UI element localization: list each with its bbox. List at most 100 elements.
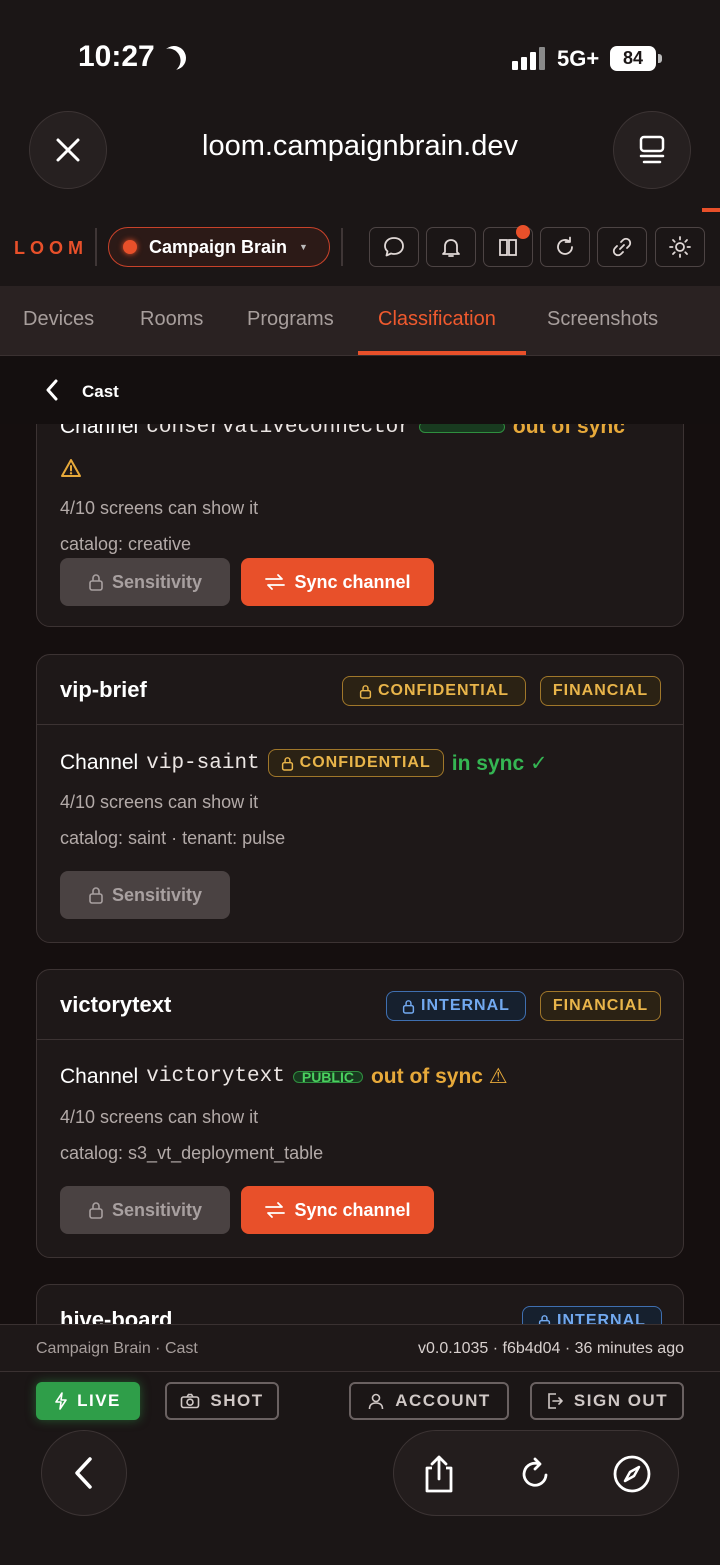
lock-icon bbox=[89, 887, 103, 904]
screens-count: 4/10 screens can show it bbox=[60, 498, 259, 518]
sign-out-icon bbox=[548, 1393, 563, 1409]
channel-name: victorytext bbox=[146, 1065, 285, 1088]
classification-card: hive-board INTERNAL bbox=[36, 1284, 684, 1324]
swap-icon bbox=[265, 1202, 286, 1218]
classification-card: Channel conservativeconnector out of syn… bbox=[36, 424, 684, 627]
status-dot-icon bbox=[123, 240, 137, 254]
theme-button[interactable] bbox=[655, 227, 705, 267]
sub-header: Cast bbox=[0, 356, 720, 424]
lock-icon bbox=[89, 574, 103, 591]
badge-label: FINANCIAL bbox=[552, 997, 649, 1014]
reload-button[interactable] bbox=[512, 1451, 558, 1497]
live-label: LIVE bbox=[77, 1391, 121, 1410]
status-time: 10:27 bbox=[78, 40, 155, 73]
sync-status: out of sync ⚠ bbox=[370, 1065, 508, 1088]
catalog-info: catalog: creative bbox=[60, 534, 192, 554]
channel-line: Channel vip-saint CONFIDENTIAL in sync ✓ bbox=[60, 749, 548, 777]
card-title: victorytext bbox=[60, 992, 172, 1017]
sensitivity-button[interactable]: Sensitivity bbox=[60, 1186, 230, 1234]
card-header: victorytext INTERNAL FINANCIAL bbox=[37, 970, 683, 1040]
chevron-left-icon bbox=[75, 1457, 92, 1489]
chat-button[interactable] bbox=[369, 227, 419, 267]
bell-icon bbox=[442, 239, 460, 257]
badge-label: CONFIDENTIAL bbox=[299, 754, 431, 771]
badge-label: FINANCIAL bbox=[552, 682, 649, 699]
sensitivity-button[interactable]: Sensitivity bbox=[60, 558, 230, 606]
badge-label: CONFIDENTIAL bbox=[377, 682, 510, 699]
active-tab-indicator bbox=[358, 351, 526, 355]
link-icon bbox=[612, 237, 632, 257]
internal-badge: INTERNAL bbox=[386, 991, 526, 1021]
lock-icon bbox=[402, 999, 415, 1014]
sign-out-label: SIGN OUT bbox=[573, 1391, 669, 1410]
sync-channel-button[interactable]: Sync channel bbox=[241, 558, 434, 606]
sensitivity-label: Sensitivity bbox=[111, 884, 203, 905]
card-header: vip-brief CONFIDENTIAL FINANCIAL bbox=[37, 655, 683, 725]
sync-channel-button[interactable]: Sync channel bbox=[241, 1186, 434, 1234]
app-header: LOOM Campaign Brain ▼ bbox=[0, 208, 720, 286]
content-scroll[interactable]: Channel conservativeconnector out of syn… bbox=[0, 424, 720, 1324]
lock-icon bbox=[359, 684, 372, 699]
financial-badge: FINANCIAL bbox=[540, 676, 661, 706]
shot-button[interactable]: SHOT bbox=[165, 1382, 279, 1420]
tab-programs[interactable]: Programs bbox=[247, 308, 334, 331]
browser-back-button[interactable] bbox=[41, 1430, 127, 1516]
channel-prefix: Channel bbox=[60, 751, 139, 774]
link-button[interactable] bbox=[597, 227, 647, 267]
notification-badge bbox=[516, 225, 530, 239]
channel-line: Channel conservativeconnector out of syn… bbox=[60, 424, 625, 439]
sign-out-button[interactable]: SIGN OUT bbox=[530, 1382, 684, 1420]
tab-rooms[interactable]: Rooms bbox=[140, 308, 203, 331]
url-bar[interactable]: loom.campaignbrain.dev bbox=[120, 130, 600, 163]
docs-button[interactable] bbox=[483, 225, 533, 267]
live-button[interactable]: LIVE bbox=[36, 1382, 140, 1420]
swap-icon bbox=[265, 574, 286, 590]
lock-icon bbox=[538, 1314, 551, 1324]
divider bbox=[95, 228, 97, 266]
financial-badge: FINANCIAL bbox=[540, 991, 661, 1021]
card-header: hive-board INTERNAL bbox=[37, 1285, 683, 1324]
page-title: Cast bbox=[82, 382, 119, 401]
chevron-down-icon: ▼ bbox=[299, 242, 308, 252]
sensitivity-button[interactable]: Sensitivity bbox=[60, 871, 230, 919]
tab-screenshots[interactable]: Screenshots bbox=[547, 308, 658, 331]
refresh-icon bbox=[557, 236, 573, 255]
battery-icon: 84 bbox=[610, 46, 662, 71]
channel-name: conservativeconnector bbox=[146, 424, 411, 439]
lock-icon bbox=[89, 1202, 103, 1219]
card-title: hive-board bbox=[60, 1307, 173, 1324]
catalog-info: catalog: saint · tenant: pulse bbox=[60, 828, 286, 848]
sync-status: in sync ✓ bbox=[451, 751, 548, 775]
badge-label: INTERNAL bbox=[421, 997, 510, 1014]
browser-actions bbox=[393, 1430, 679, 1516]
accent-line bbox=[702, 208, 720, 212]
internal-badge: INTERNAL bbox=[522, 1306, 662, 1324]
screens-count: 4/10 screens can show it bbox=[60, 1107, 259, 1127]
tabs-button[interactable] bbox=[613, 111, 691, 189]
lock-icon bbox=[281, 756, 293, 771]
account-button[interactable]: ACCOUNT bbox=[349, 1382, 509, 1420]
workspace-switcher[interactable]: Campaign Brain ▼ bbox=[108, 227, 330, 267]
bolt-icon bbox=[55, 1392, 67, 1410]
reload-icon bbox=[522, 1457, 548, 1487]
sensitivity-label: Sensitivity bbox=[111, 571, 203, 592]
chat-icon bbox=[384, 237, 404, 257]
share-button[interactable] bbox=[416, 1451, 462, 1497]
refresh-button[interactable] bbox=[540, 227, 590, 267]
confidential-badge: CONFIDENTIAL bbox=[342, 676, 526, 706]
screens-count: 4/10 screens can show it bbox=[60, 792, 259, 812]
action-bar: LIVE SHOT ACCOUNT SIGN OUT bbox=[0, 1372, 720, 1565]
sensitivity-label: Sensitivity bbox=[111, 1199, 203, 1220]
back-chevron-icon[interactable] bbox=[44, 378, 60, 402]
tab-classification[interactable]: Classification bbox=[378, 308, 496, 331]
badge-label: INTERNAL bbox=[557, 1312, 646, 1324]
notifications-button[interactable] bbox=[426, 227, 476, 267]
tab-devices[interactable]: Devices bbox=[23, 308, 94, 331]
confidential-badge: CONFIDENTIAL bbox=[267, 749, 444, 777]
channel-name: vip-saint bbox=[146, 751, 260, 775]
compass-button[interactable] bbox=[609, 1451, 655, 1497]
close-tab-button[interactable] bbox=[29, 111, 107, 189]
classification-card: vip-brief CONFIDENTIAL FINANCIAL Channel… bbox=[36, 654, 684, 943]
channel-prefix: Channel bbox=[60, 424, 139, 438]
classification-card: victorytext INTERNAL FINANCIAL Channel v… bbox=[36, 969, 684, 1258]
